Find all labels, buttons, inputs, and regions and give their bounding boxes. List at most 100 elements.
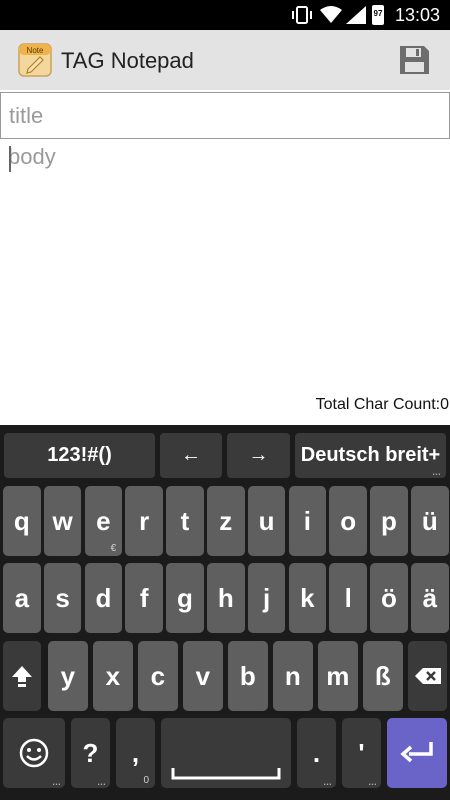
key-u-label: u	[258, 505, 275, 536]
key-p-label: p	[381, 505, 397, 536]
key-m[interactable]: m	[318, 641, 358, 711]
key-ö-label: ö	[381, 582, 397, 613]
key-i[interactable]: i	[288, 486, 327, 556]
period-key-label: .	[312, 737, 321, 768]
soft-keyboard: 123!#() ← → Deutsch breit+ … q w e € r t z u i o p…	[0, 425, 450, 800]
cursor-left-key[interactable]: ←	[160, 433, 222, 478]
key-x-label: x	[105, 660, 121, 691]
key-v-label: v	[195, 660, 211, 691]
key-o-label: o	[340, 505, 357, 536]
emoji-icon	[19, 738, 49, 768]
key-r-label: r	[139, 505, 150, 536]
apostrophe-key-label: '	[358, 737, 365, 768]
emoji-key-dots: …	[52, 777, 61, 787]
key-ß[interactable]: ß	[363, 641, 403, 711]
key-a[interactable]: a	[3, 563, 41, 633]
key-e-sub: €	[110, 543, 117, 554]
status-bar: 97 13:03	[0, 0, 450, 30]
enter-icon	[400, 742, 433, 763]
period-key[interactable]: . …	[297, 718, 336, 788]
key-k[interactable]: k	[288, 563, 327, 633]
key-v[interactable]: v	[183, 641, 223, 711]
save-button[interactable]	[396, 42, 432, 78]
app-logo-icon: Note	[18, 43, 52, 77]
space-icon	[171, 768, 281, 780]
key-t[interactable]: t	[166, 486, 204, 556]
battery-level: 97	[373, 9, 383, 18]
key-s[interactable]: s	[43, 563, 82, 633]
key-c-label: c	[150, 660, 166, 691]
key-e-label: e	[96, 505, 111, 536]
signal-icon	[346, 6, 366, 24]
key-z[interactable]: z	[207, 486, 245, 556]
app-bar: Note TAG Notepad	[0, 30, 450, 90]
key-i-label: i	[303, 505, 311, 536]
key-w-label: w	[52, 505, 73, 536]
key-z-label: z	[219, 505, 233, 536]
key-d[interactable]: d	[84, 563, 123, 633]
key-m-label: m	[326, 660, 350, 691]
key-r[interactable]: r	[125, 486, 163, 556]
symbols-key[interactable]: 123!#()	[4, 433, 155, 478]
key-y-label: y	[60, 660, 76, 691]
key-g[interactable]: g	[166, 563, 204, 633]
key-b[interactable]: b	[228, 641, 268, 711]
key-ü-label: ü	[421, 505, 438, 536]
key-w[interactable]: w	[43, 486, 82, 556]
key-ü[interactable]: ü	[411, 486, 449, 556]
key-f-label: f	[139, 582, 149, 613]
apostrophe-key[interactable]: ' …	[342, 718, 381, 788]
key-u[interactable]: u	[247, 486, 286, 556]
key-c[interactable]: c	[138, 641, 178, 711]
key-y[interactable]: y	[48, 641, 88, 711]
key-q-label: q	[13, 505, 30, 536]
period-key-dots: …	[323, 777, 332, 787]
key-o[interactable]: o	[329, 486, 367, 556]
apostrophe-key-dots: …	[368, 777, 377, 787]
key-f[interactable]: f	[125, 563, 163, 633]
language-key-label: Deutsch breit+	[300, 444, 441, 466]
key-j-label: j	[262, 582, 271, 613]
key-s-label: s	[55, 582, 70, 613]
cursor-right-key[interactable]: →	[227, 433, 290, 478]
save-icon	[400, 46, 429, 74]
key-e[interactable]: e €	[84, 486, 123, 556]
question-key[interactable]: ? …	[71, 718, 110, 788]
shift-key[interactable]	[3, 641, 41, 711]
key-ä-label: ä	[422, 582, 438, 613]
key-h-label: h	[217, 582, 234, 613]
emoji-key[interactable]: …	[3, 718, 65, 788]
title-input[interactable]	[0, 92, 450, 139]
key-t-label: t	[180, 505, 190, 536]
key-d-label: d	[95, 582, 112, 613]
key-q[interactable]: q	[3, 486, 41, 556]
language-key[interactable]: Deutsch breit+ …	[295, 433, 446, 478]
backspace-icon	[414, 668, 441, 684]
key-b-label: b	[239, 660, 256, 691]
shift-icon	[12, 666, 32, 687]
backspace-key[interactable]	[408, 641, 447, 711]
key-n[interactable]: n	[273, 641, 313, 711]
battery-icon: 97	[372, 5, 384, 25]
comma-key-label: ,	[131, 737, 140, 768]
key-p[interactable]: p	[370, 486, 408, 556]
key-a-label: a	[14, 582, 30, 613]
question-key-dots: …	[97, 777, 106, 787]
key-l-label: l	[344, 582, 352, 613]
key-ö[interactable]: ö	[370, 563, 408, 633]
key-l[interactable]: l	[329, 563, 367, 633]
key-ä[interactable]: ä	[411, 563, 449, 633]
char-count-label: Total Char Count:0	[315, 396, 449, 413]
app-logo-text: Note	[27, 46, 44, 55]
language-key-dots: …	[432, 467, 441, 477]
question-key-label: ?	[82, 737, 99, 768]
comma-key[interactable]: , 0	[116, 718, 155, 788]
body-input[interactable]	[0, 140, 450, 385]
key-x[interactable]: x	[93, 641, 133, 711]
space-key[interactable]	[161, 718, 291, 788]
enter-key[interactable]	[387, 718, 447, 788]
status-time: 13:03	[394, 5, 440, 25]
key-h[interactable]: h	[207, 563, 245, 633]
wifi-icon	[320, 6, 342, 23]
key-j[interactable]: j	[247, 563, 286, 633]
